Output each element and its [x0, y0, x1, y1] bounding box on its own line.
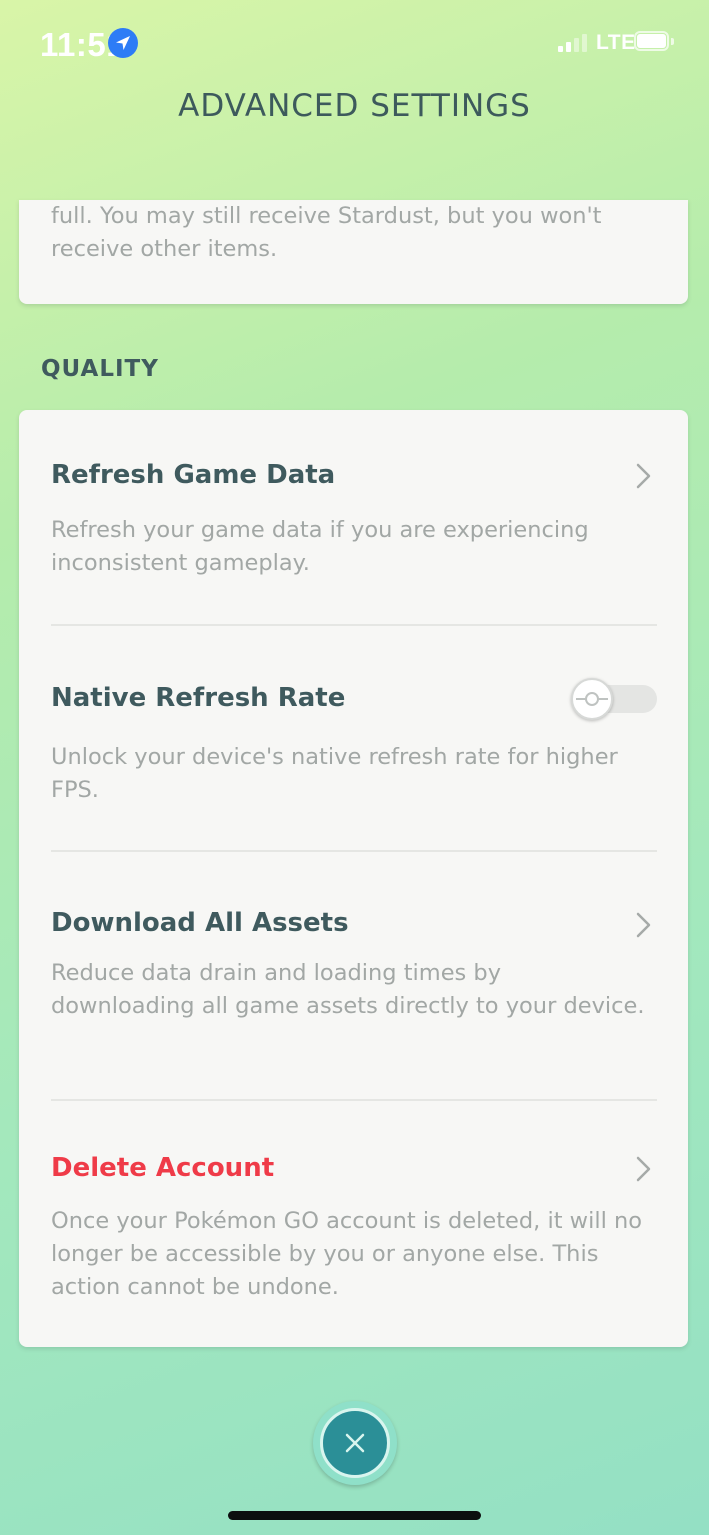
setting-row-refresh-game-data[interactable]: Refresh Game Data Refresh your game data…	[19, 410, 688, 624]
setting-title: Download All Assets	[51, 908, 349, 938]
close-button[interactable]	[313, 1401, 397, 1485]
setting-title: Native Refresh Rate	[51, 683, 346, 713]
battery-icon	[634, 31, 674, 53]
previous-card-description: full. You may still receive Stardust, bu…	[51, 203, 602, 262]
native-refresh-rate-toggle[interactable]	[571, 678, 657, 720]
section-label-quality: QUALITY	[41, 356, 159, 382]
setting-row-native-refresh-rate: Native Refresh Rate Unlock your device's…	[19, 626, 688, 850]
chevron-right-icon	[636, 912, 651, 938]
chevron-right-icon	[636, 463, 651, 489]
chevron-right-icon	[636, 1156, 651, 1182]
page-title: ADVANCED SETTINGS	[178, 88, 531, 124]
cellular-signal-icon	[558, 34, 588, 52]
setting-row-download-all-assets[interactable]: Download All Assets Reduce data drain an…	[19, 852, 688, 1099]
setting-title-delete-account: Delete Account	[51, 1153, 275, 1183]
location-arrow-icon	[108, 28, 138, 58]
setting-description: Unlock your device's native refresh rate…	[51, 744, 618, 803]
setting-row-delete-account[interactable]: Delete Account Once your Pokémon GO acco…	[19, 1101, 688, 1347]
network-type-label: LTE	[596, 31, 636, 54]
toggle-knob-icon	[571, 678, 613, 720]
home-indicator[interactable]	[228, 1511, 481, 1520]
setting-description: Reduce data drain and loading times by d…	[51, 960, 645, 1019]
quality-settings-card: Refresh Game Data Refresh your game data…	[19, 410, 688, 1347]
setting-description: Once your Pokémon GO account is deleted,…	[51, 1208, 643, 1300]
setting-title: Refresh Game Data	[51, 460, 336, 490]
close-icon	[345, 1433, 365, 1453]
status-bar: 11:51 LTE	[0, 0, 709, 88]
previous-settings-card: full. You may still receive Stardust, bu…	[19, 200, 688, 304]
setting-description: Refresh your game data if you are experi…	[51, 517, 589, 576]
